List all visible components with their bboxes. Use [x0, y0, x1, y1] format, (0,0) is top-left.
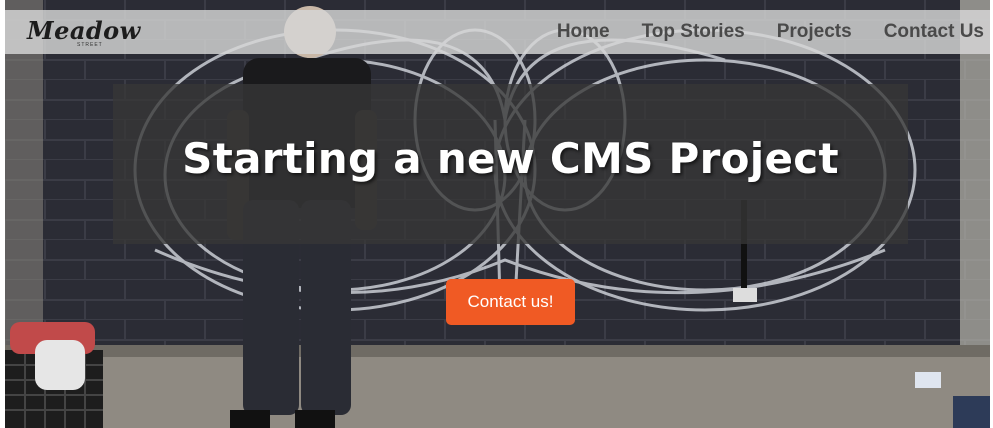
- nav-links: Home Top Stories Projects Contact Us: [525, 21, 984, 43]
- nav-projects[interactable]: Projects: [777, 21, 852, 43]
- nav-home[interactable]: Home: [557, 21, 610, 43]
- site-logo-subtitle: STREET: [77, 42, 103, 48]
- top-navbar: Meadow STREET Home Top Stories Projects …: [5, 10, 990, 54]
- hero-title-overlay: Starting a new CMS Project: [113, 84, 908, 244]
- contact-us-button[interactable]: Contact us!: [446, 279, 575, 325]
- hero-image: Starting a new CMS Project Contact us!: [5, 0, 990, 428]
- site-logo[interactable]: Meadow: [27, 16, 141, 45]
- nav-contact-us[interactable]: Contact Us: [884, 21, 984, 43]
- hero-title: Starting a new CMS Project: [182, 134, 839, 183]
- page: Starting a new CMS Project Contact us! M…: [0, 0, 993, 428]
- nav-top-stories[interactable]: Top Stories: [642, 21, 745, 43]
